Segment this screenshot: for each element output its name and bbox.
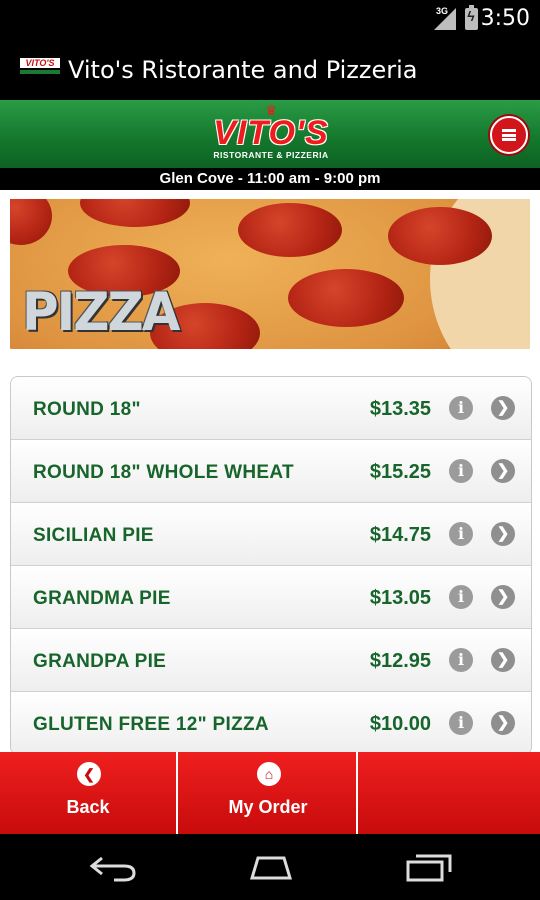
home-icon[interactable] xyxy=(244,852,298,882)
app-title: Vito's Ristorante and Pizzeria xyxy=(68,56,418,84)
chevron-right-icon[interactable]: ❯ xyxy=(491,522,515,546)
info-icon[interactable]: i xyxy=(449,648,473,672)
item-price: $13.35 xyxy=(369,398,431,420)
item-name: GLUTEN FREE 12" PIZZA xyxy=(33,714,269,735)
item-price: $12.95 xyxy=(369,650,431,672)
menu-button[interactable] xyxy=(490,116,528,154)
banner-label: PIZZA xyxy=(22,281,180,343)
chevron-right-icon[interactable]: ❯ xyxy=(491,459,515,483)
my-order-label: My Order xyxy=(228,797,308,817)
empty-tab xyxy=(360,752,540,834)
status-bar: 3G ϟ 3:50 xyxy=(0,0,540,38)
app-icon[interactable]: VITO'S xyxy=(20,58,60,80)
item-price: $14.75 xyxy=(369,524,431,546)
home-icon: ⌂ xyxy=(257,762,281,786)
chevron-right-icon[interactable]: ❯ xyxy=(491,585,515,609)
list-item[interactable]: GLUTEN FREE 12" PIZZA $10.00 i ❯ xyxy=(11,691,531,752)
list-item[interactable]: ROUND 18" WHOLE WHEAT $15.25 i ❯ xyxy=(11,439,531,502)
pizza-banner: PIZZA xyxy=(10,199,530,349)
info-icon[interactable]: i xyxy=(449,459,473,483)
back-icon[interactable] xyxy=(88,852,138,882)
hamburger-menu-icon xyxy=(502,129,516,141)
info-icon[interactable]: i xyxy=(449,396,473,420)
chevron-right-icon[interactable]: ❯ xyxy=(491,396,515,420)
chevron-right-icon[interactable]: ❯ xyxy=(491,711,515,735)
vitos-logo: ♛ VITO'S RISTORANTE & PIZZERIA xyxy=(205,103,337,162)
logo-title: VITO'S xyxy=(213,114,329,152)
clock: 3:50 xyxy=(480,6,530,31)
recent-apps-icon[interactable] xyxy=(404,852,454,882)
bottom-tab-bar: ❮ Back ⌂ My Order xyxy=(0,752,540,834)
info-icon[interactable]: i xyxy=(449,711,473,735)
back-label: Back xyxy=(66,797,110,817)
chevron-right-icon[interactable]: ❯ xyxy=(491,648,515,672)
item-price: $13.05 xyxy=(369,587,431,609)
item-name: ROUND 18" WHOLE WHEAT xyxy=(33,462,294,483)
list-item[interactable]: GRANDMA PIE $13.05 i ❯ xyxy=(11,565,531,628)
list-item[interactable]: GRANDPA PIE $12.95 i ❯ xyxy=(11,628,531,691)
action-bar: VITO'S Vito's Ristorante and Pizzeria xyxy=(0,38,540,100)
chevron-left-icon: ❮ xyxy=(77,762,101,786)
menu-list: ROUND 18" $13.35 i ❯ ROUND 18" WHOLE WHE… xyxy=(10,376,532,752)
info-icon[interactable]: i xyxy=(449,522,473,546)
item-price: $15.25 xyxy=(369,461,431,483)
list-item[interactable]: SICILIAN PIE $14.75 i ❯ xyxy=(11,502,531,565)
logo-subtitle: RISTORANTE & PIZZERIA xyxy=(213,150,329,160)
my-order-button[interactable]: ⌂ My Order xyxy=(180,752,358,834)
item-name: SICILIAN PIE xyxy=(33,525,154,546)
back-button[interactable]: ❮ Back xyxy=(0,752,178,834)
signal-icon xyxy=(434,8,456,30)
item-name: GRANDPA PIE xyxy=(33,651,167,672)
item-name: GRANDMA PIE xyxy=(33,588,171,609)
list-item[interactable]: ROUND 18" $13.35 i ❯ xyxy=(11,377,531,439)
system-nav-bar xyxy=(0,834,540,900)
main-content: PIZZA ROUND 18" $13.35 i ❯ ROUND 18" WHO… xyxy=(0,190,540,752)
charging-icon: ϟ xyxy=(467,8,475,24)
info-icon[interactable]: i xyxy=(449,585,473,609)
item-price: $10.00 xyxy=(369,713,431,735)
store-hours: Glen Cove - 11:00 am - 9:00 pm xyxy=(0,168,540,190)
item-name: ROUND 18" xyxy=(33,399,141,420)
